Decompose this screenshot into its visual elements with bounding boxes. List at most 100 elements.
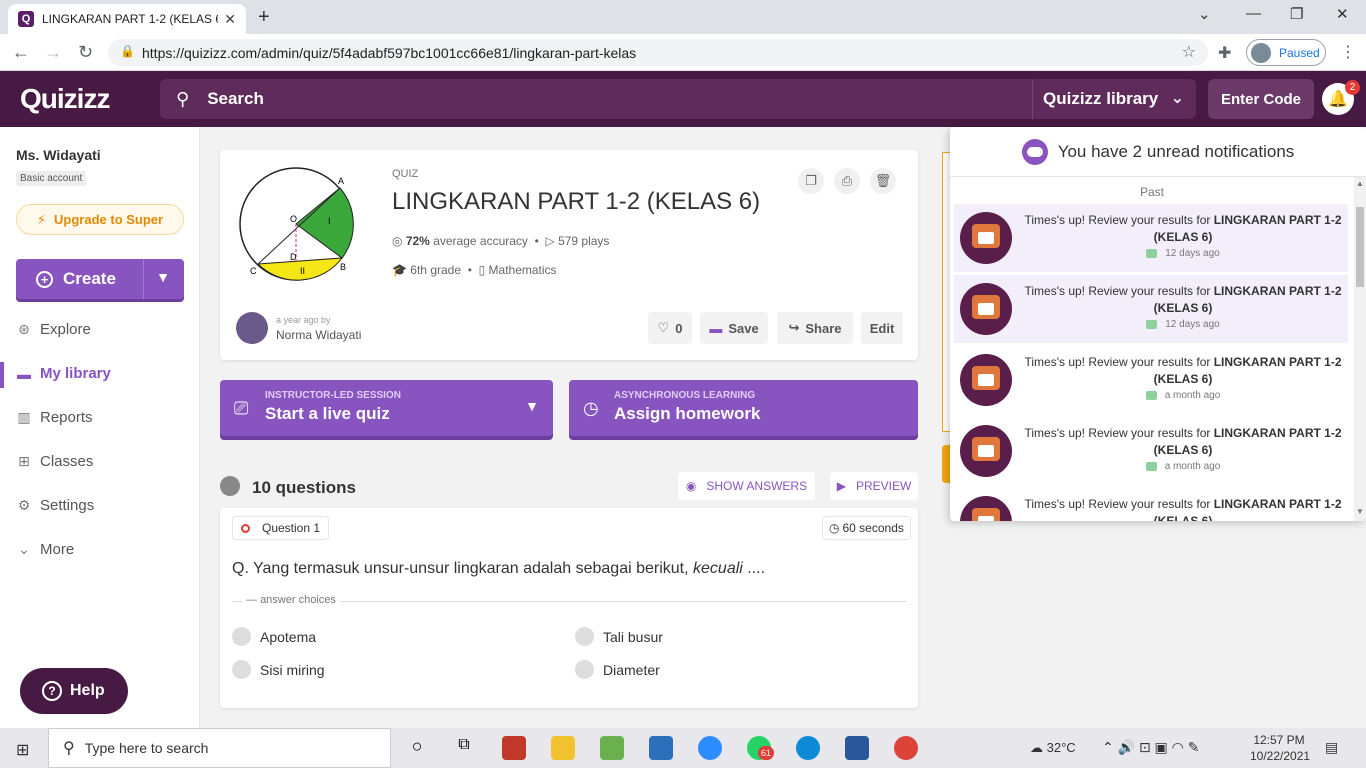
minimize-button[interactable]: —: [1246, 5, 1261, 22]
author-name[interactable]: Norma Widayati: [276, 328, 361, 342]
classroom-avatar-icon: [960, 212, 1012, 264]
accuracy-icon: ◎: [392, 234, 403, 248]
notifications-header-text: You have 2 unread notifications: [1057, 141, 1295, 161]
taskbar-search-input[interactable]: ⚲ Type here to search: [48, 728, 391, 768]
notification-time-text: 12 days ago: [1165, 319, 1220, 330]
notification-prefix: Times's up! Review your results for: [1024, 355, 1214, 369]
store-icon[interactable]: [502, 736, 526, 760]
choice-label: Tali busur: [603, 628, 663, 645]
share-label: Share: [805, 320, 842, 336]
upgrade-button[interactable]: ⚡ Upgrade to Super: [16, 204, 184, 235]
sidebar-item-reports[interactable]: ▥ Reports: [16, 409, 92, 426]
sidebar-item-more[interactable]: ⌄ More: [16, 541, 74, 558]
lock-icon: 🔒: [120, 44, 135, 58]
report-icon: [1146, 248, 1158, 258]
sidebar-item-my-library[interactable]: ▬ My library: [16, 365, 111, 382]
notification-item[interactable]: Times's up! Review your results for LING…: [954, 417, 1348, 485]
show-answers-label: SHOW ANSWERS: [706, 479, 808, 493]
bookmark-star-icon[interactable]: ☆: [1182, 42, 1196, 62]
preview-label: PREVIEW: [855, 479, 912, 493]
answer-choices-label: — answer choices: [242, 594, 340, 606]
edge-icon[interactable]: [796, 736, 820, 760]
edit-button[interactable]: Edit: [861, 312, 903, 344]
like-button[interactable]: ♡ 0: [648, 312, 692, 344]
scroll-down-icon[interactable]: ▼: [1356, 507, 1364, 516]
caret-down-icon[interactable]: ▼: [525, 398, 539, 414]
accuracy-value: 72%: [405, 234, 430, 248]
assign-homework-button[interactable]: ◷ ASYNCHRONOUS LEARNING Assign homework: [569, 380, 918, 436]
trash-icon[interactable]: 🗑: [870, 168, 896, 194]
quiz-stats: ◎ 72% average accuracy • ▷ 579 plays: [392, 234, 609, 248]
choice-label: Apotema: [260, 628, 317, 645]
system-tray-icons[interactable]: ⌃ 🔊 ⊡ ▣ ◠ ✎: [1102, 739, 1200, 756]
clock-icon: ◷: [829, 521, 840, 535]
chart-icon: ▥: [17, 409, 31, 425]
scrollbar-thumb[interactable]: [1356, 207, 1364, 287]
caret-down-icon[interactable]: ▼: [156, 269, 170, 285]
sidebar-item-settings[interactable]: ⚙ Settings: [16, 497, 94, 514]
new-tab-button[interactable]: +: [258, 6, 270, 29]
back-button[interactable]: ←: [12, 42, 30, 63]
weather-temperature[interactable]: ☁ 32°C: [1030, 740, 1076, 756]
taskbar-clock[interactable]: 12:57 PM 10/22/2021: [1250, 732, 1310, 764]
forward-button[interactable]: →: [44, 42, 62, 63]
zoom-icon[interactable]: [698, 736, 722, 760]
create-button[interactable]: + Create ▼: [16, 259, 184, 299]
chrome-icon[interactable]: [894, 736, 918, 760]
windows-taskbar: ⊞ ⚲ Type here to search ○ ⧉ ☁ 32°C ⌃ 🔊 ⊡…: [0, 728, 1366, 768]
paint-icon[interactable]: [600, 736, 624, 760]
library-dropdown[interactable]: Quizizz library: [1032, 79, 1158, 119]
question-card: Question 1 ◷ 60 seconds Q. Yang termasuk…: [220, 508, 918, 708]
enter-code-button[interactable]: Enter Code: [1208, 79, 1314, 119]
notification-item[interactable]: Times's up! Review your results for LING…: [954, 204, 1348, 272]
answer-choice: Sisi miring: [232, 660, 325, 679]
sidebar-item-classes[interactable]: ⊞ Classes: [16, 453, 93, 470]
quiz-info-card: A B C D O I II QUIZ LINGKARAN PART 1-2 (…: [220, 150, 918, 360]
word-icon[interactable]: [845, 736, 869, 760]
notification-item[interactable]: Times's up! Review your results for LING…: [954, 346, 1348, 414]
maximize-button[interactable]: ❐: [1290, 5, 1303, 23]
report-icon: [1145, 390, 1157, 400]
sidebar-item-explore[interactable]: ⊛ Explore: [16, 321, 91, 338]
graduation-cap-icon: 🎓: [392, 263, 407, 277]
file-explorer-icon[interactable]: [551, 736, 575, 760]
notifications-header: You have 2 unread notifications: [950, 127, 1366, 177]
taskbar-search-placeholder: Type here to search: [84, 740, 209, 756]
cortana-icon[interactable]: ○: [405, 736, 429, 760]
start-live-quiz-button[interactable]: ⎚ INSTRUCTOR-LED SESSION Start a live qu…: [220, 380, 553, 436]
notification-item[interactable]: Times's up! Review your results for LING…: [954, 488, 1348, 521]
duplicate-icon[interactable]: ❐: [798, 168, 824, 194]
action-center-icon[interactable]: ▤: [1325, 739, 1338, 756]
browser-tab[interactable]: Q LINGKARAN PART 1-2 (KELAS 6) | Q ✕: [8, 4, 246, 34]
search-input[interactable]: Search: [207, 89, 264, 109]
classroom-avatar-icon: [960, 496, 1012, 521]
live-session-label: Start a live quiz: [265, 404, 390, 423]
create-label: Create: [63, 269, 116, 288]
url-input[interactable]: 🔒 https://quizizz.com/admin/quiz/5f4adab…: [108, 39, 1208, 66]
preview-button[interactable]: ▶ PREVIEW: [830, 472, 918, 500]
close-tab-icon[interactable]: ✕: [224, 11, 236, 28]
chrome-menu-icon[interactable]: ⋮: [1340, 42, 1356, 62]
accuracy-label: average accuracy: [433, 234, 528, 248]
scroll-up-icon[interactable]: ▲: [1356, 179, 1364, 188]
save-button[interactable]: ▬ Save: [700, 312, 768, 344]
notification-item[interactable]: Times's up! Review your results for LING…: [954, 275, 1348, 343]
side-button-edge[interactable]: [942, 445, 950, 483]
tab-search-icon[interactable]: ⌄: [1198, 5, 1211, 23]
question-text-suffix: ....: [742, 560, 766, 577]
quizizz-logo[interactable]: Quizizz: [20, 83, 110, 115]
windows-start-icon[interactable]: ⊞: [16, 740, 29, 760]
share-button[interactable]: ↪ Share: [777, 312, 853, 344]
report-icon: [1145, 461, 1157, 471]
print-icon[interactable]: ⎙: [834, 168, 860, 194]
reload-button[interactable]: ↻: [78, 42, 93, 63]
extensions-icon[interactable]: ✚: [1218, 43, 1231, 63]
thumb-label-b: B: [340, 262, 346, 272]
close-window-button[interactable]: ✕: [1336, 5, 1349, 23]
task-view-icon[interactable]: ⧉: [452, 736, 476, 760]
photos-icon[interactable]: [649, 736, 673, 760]
profile-button[interactable]: Paused: [1246, 39, 1326, 66]
search-bar[interactable]: ⚲ Search Quizizz library ⌄: [160, 79, 1196, 119]
help-button[interactable]: ? Help: [20, 668, 128, 714]
show-answers-button[interactable]: ◉ SHOW ANSWERS: [678, 472, 815, 500]
